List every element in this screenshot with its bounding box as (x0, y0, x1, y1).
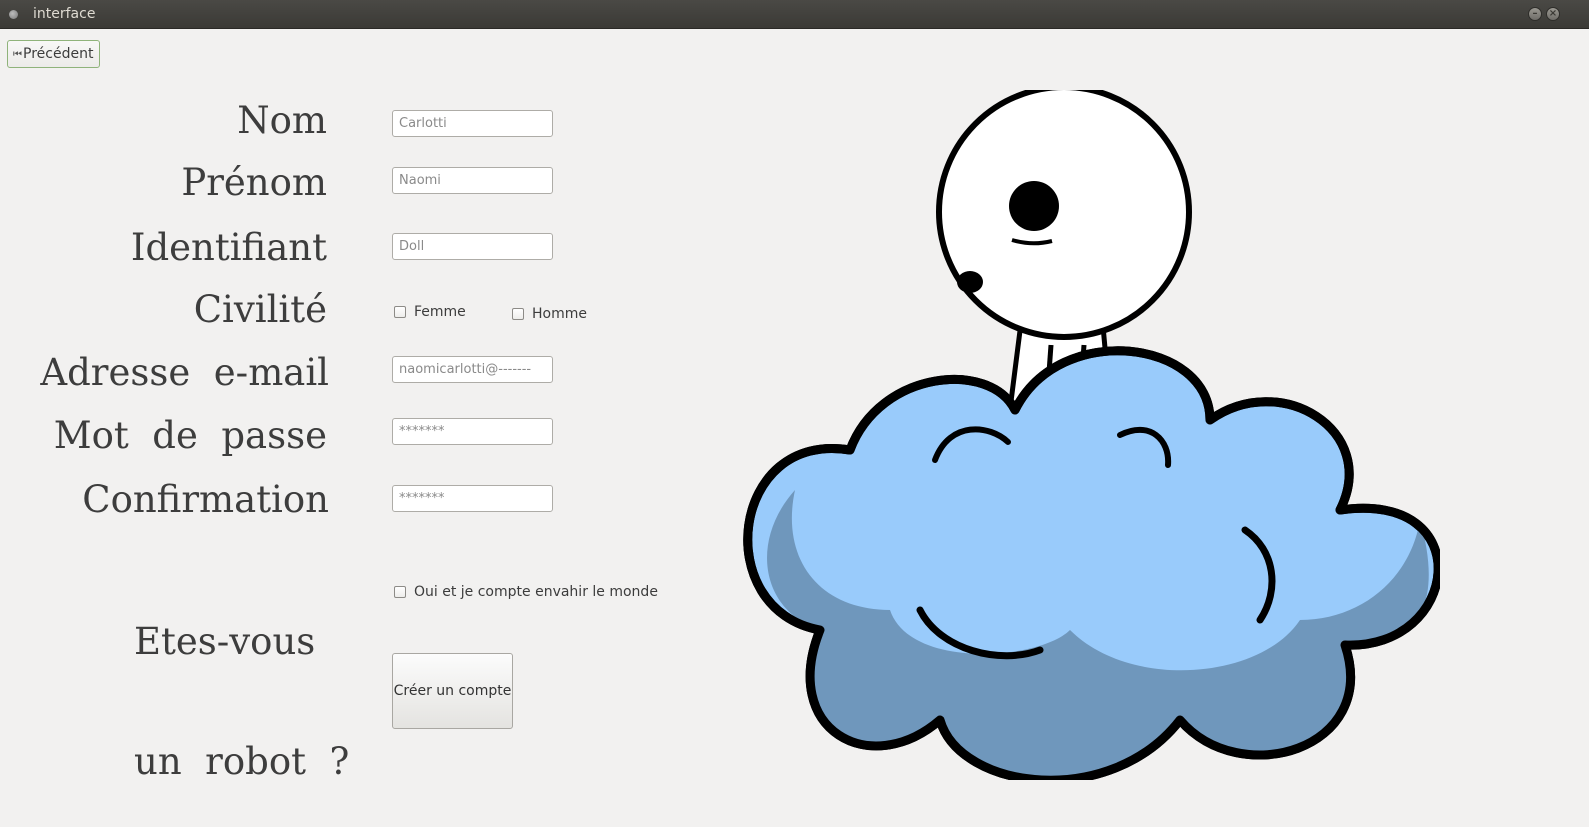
femme-label: Femme (414, 304, 466, 320)
close-button[interactable]: × (1546, 7, 1560, 21)
label-robot-line1: Etes-vous (134, 620, 316, 663)
label-identifiant: Identifiant (130, 226, 327, 269)
nom-input[interactable] (392, 110, 553, 137)
identifiant-input[interactable] (392, 233, 553, 260)
back-button[interactable]: ⏮ Précédent (7, 40, 101, 68)
window-titlebar: interface – × (0, 0, 1589, 29)
civilite-femme-option[interactable]: Femme (394, 304, 466, 320)
homme-label: Homme (532, 306, 587, 322)
civilite-homme-option[interactable]: Homme (512, 306, 587, 322)
label-nom: Nom (237, 99, 327, 142)
password-input[interactable] (392, 418, 553, 445)
create-account-button[interactable]: Créer un compte (392, 653, 513, 729)
window-title: interface (33, 6, 96, 22)
character-head (936, 90, 1192, 340)
label-password: Mot de passe (53, 414, 327, 457)
robot-option[interactable]: Oui et je compte envahir le monde (394, 584, 658, 600)
character-on-cloud-illustration (743, 90, 1440, 780)
label-confirmation: Confirmation (82, 478, 329, 521)
label-robot-line2: un robot ? (134, 740, 350, 783)
back-button-label: Précédent (23, 46, 94, 62)
robot-checkbox-label: Oui et je compte envahir le monde (414, 584, 658, 600)
label-civilite: Civilité (193, 288, 327, 331)
femme-checkbox[interactable] (394, 306, 406, 318)
confirmation-input[interactable] (392, 485, 553, 512)
label-prenom: Prénom (181, 161, 327, 204)
email-input[interactable] (392, 356, 553, 383)
skip-back-icon: ⏮ (13, 48, 22, 60)
minimize-button[interactable]: – (1528, 7, 1542, 21)
robot-checkbox[interactable] (394, 586, 406, 598)
cloud (743, 346, 1440, 780)
homme-checkbox[interactable] (512, 308, 524, 320)
prenom-input[interactable] (392, 167, 553, 194)
label-robot: Etes-vous un robot ? (134, 542, 349, 822)
label-email: Adresse e-mail (40, 351, 329, 394)
app-icon (9, 10, 18, 19)
